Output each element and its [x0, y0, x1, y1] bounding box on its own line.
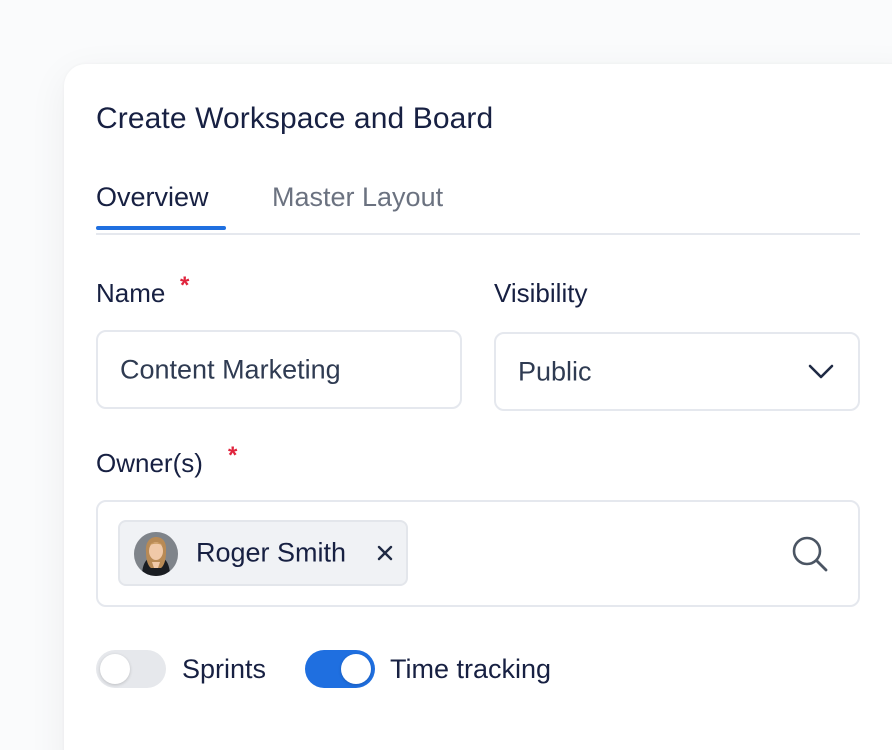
active-tab-indicator	[96, 226, 226, 230]
close-icon[interactable]	[376, 544, 394, 562]
visibility-select[interactable]: Public	[494, 332, 860, 411]
sprints-toggle-knob	[100, 654, 130, 684]
name-input[interactable]: Content Marketing	[96, 330, 462, 409]
time-tracking-toggle[interactable]	[305, 650, 375, 688]
search-icon[interactable]	[790, 534, 830, 574]
owners-label: Owner(s)	[96, 448, 203, 478]
sprints-toggle[interactable]	[96, 650, 166, 688]
tab-overview[interactable]: Overview	[96, 180, 226, 230]
tab-bar: Overview Master Layout	[96, 180, 860, 235]
tab-master-layout-label: Master Layout	[272, 182, 444, 212]
owner-chip: Roger Smith	[118, 520, 408, 586]
time-tracking-toggle-label: Time tracking	[390, 654, 552, 684]
owner-chip-name: Roger Smith	[196, 537, 347, 568]
visibility-label: Visibility	[494, 278, 588, 308]
tab-overview-label: Overview	[96, 182, 209, 212]
name-input-value: Content Marketing	[120, 354, 341, 384]
time-tracking-toggle-knob	[341, 654, 371, 684]
name-label: Name	[96, 278, 166, 308]
tab-master-layout[interactable]: Master Layout	[272, 180, 443, 214]
name-required-mark: *	[180, 272, 190, 299]
page: Create Workspace and Board Overview Mast…	[0, 0, 892, 750]
sprints-toggle-label: Sprints	[182, 654, 267, 684]
owners-input[interactable]: Roger Smith	[96, 500, 860, 607]
avatar	[134, 532, 178, 576]
visibility-selected-value: Public	[518, 356, 592, 386]
owners-required-mark: *	[228, 442, 238, 469]
dialog-title: Create Workspace and Board	[96, 102, 494, 135]
chevron-down-icon	[808, 364, 834, 378]
